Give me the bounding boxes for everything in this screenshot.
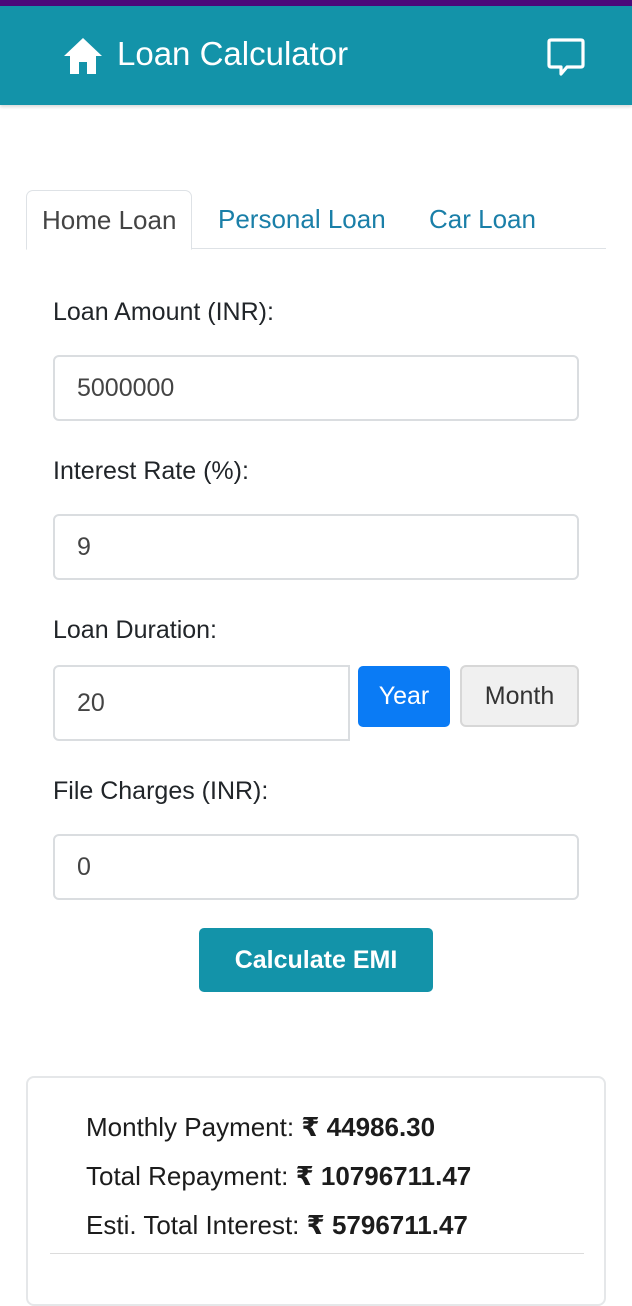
loan-amount-label: Loan Amount (INR): bbox=[53, 298, 274, 326]
file-charges-label: File Charges (INR): bbox=[53, 777, 269, 805]
loan-type-tabs: Home Loan Personal Loan Car Loan bbox=[26, 190, 606, 250]
month-unit-button[interactable]: Month bbox=[460, 665, 579, 727]
year-unit-button[interactable]: Year bbox=[358, 666, 450, 727]
file-charges-input[interactable] bbox=[53, 834, 579, 900]
total-interest-label: Esti. Total Interest: bbox=[86, 1210, 300, 1240]
total-repayment-row: Total Repayment: ₹ 10796711.47 bbox=[86, 1161, 471, 1192]
interest-rate-input[interactable] bbox=[53, 514, 579, 580]
total-interest-row: Esti. Total Interest: ₹ 5796711.47 bbox=[86, 1210, 468, 1241]
calculate-emi-button[interactable]: Calculate EMI bbox=[199, 928, 433, 992]
interest-rate-label: Interest Rate (%): bbox=[53, 457, 249, 485]
home-icon[interactable] bbox=[62, 36, 104, 76]
loan-amount-input[interactable] bbox=[53, 355, 579, 421]
tab-home-loan[interactable]: Home Loan bbox=[26, 190, 193, 250]
total-repayment-value: ₹ 10796711.47 bbox=[295, 1161, 472, 1191]
total-repayment-label: Total Repayment: bbox=[86, 1161, 289, 1191]
tab-car-loan[interactable]: Car Loan bbox=[429, 190, 536, 249]
results-divider bbox=[50, 1253, 584, 1254]
app-title: Loan Calculator bbox=[117, 35, 349, 72]
chat-feedback-icon[interactable] bbox=[546, 36, 586, 78]
app-bar: Loan Calculator bbox=[0, 6, 632, 105]
results-card: Monthly Payment: ₹ 44986.30 Total Repaym… bbox=[26, 1076, 606, 1306]
total-interest-value: ₹ 5796711.47 bbox=[306, 1210, 468, 1240]
monthly-payment-value: ₹ 44986.30 bbox=[301, 1112, 436, 1142]
monthly-payment-row: Monthly Payment: ₹ 44986.30 bbox=[86, 1112, 435, 1143]
loan-duration-input[interactable] bbox=[53, 665, 350, 741]
loan-duration-label: Loan Duration: bbox=[53, 616, 218, 644]
monthly-payment-label: Monthly Payment: bbox=[86, 1112, 295, 1142]
tab-personal-loan[interactable]: Personal Loan bbox=[218, 190, 386, 249]
